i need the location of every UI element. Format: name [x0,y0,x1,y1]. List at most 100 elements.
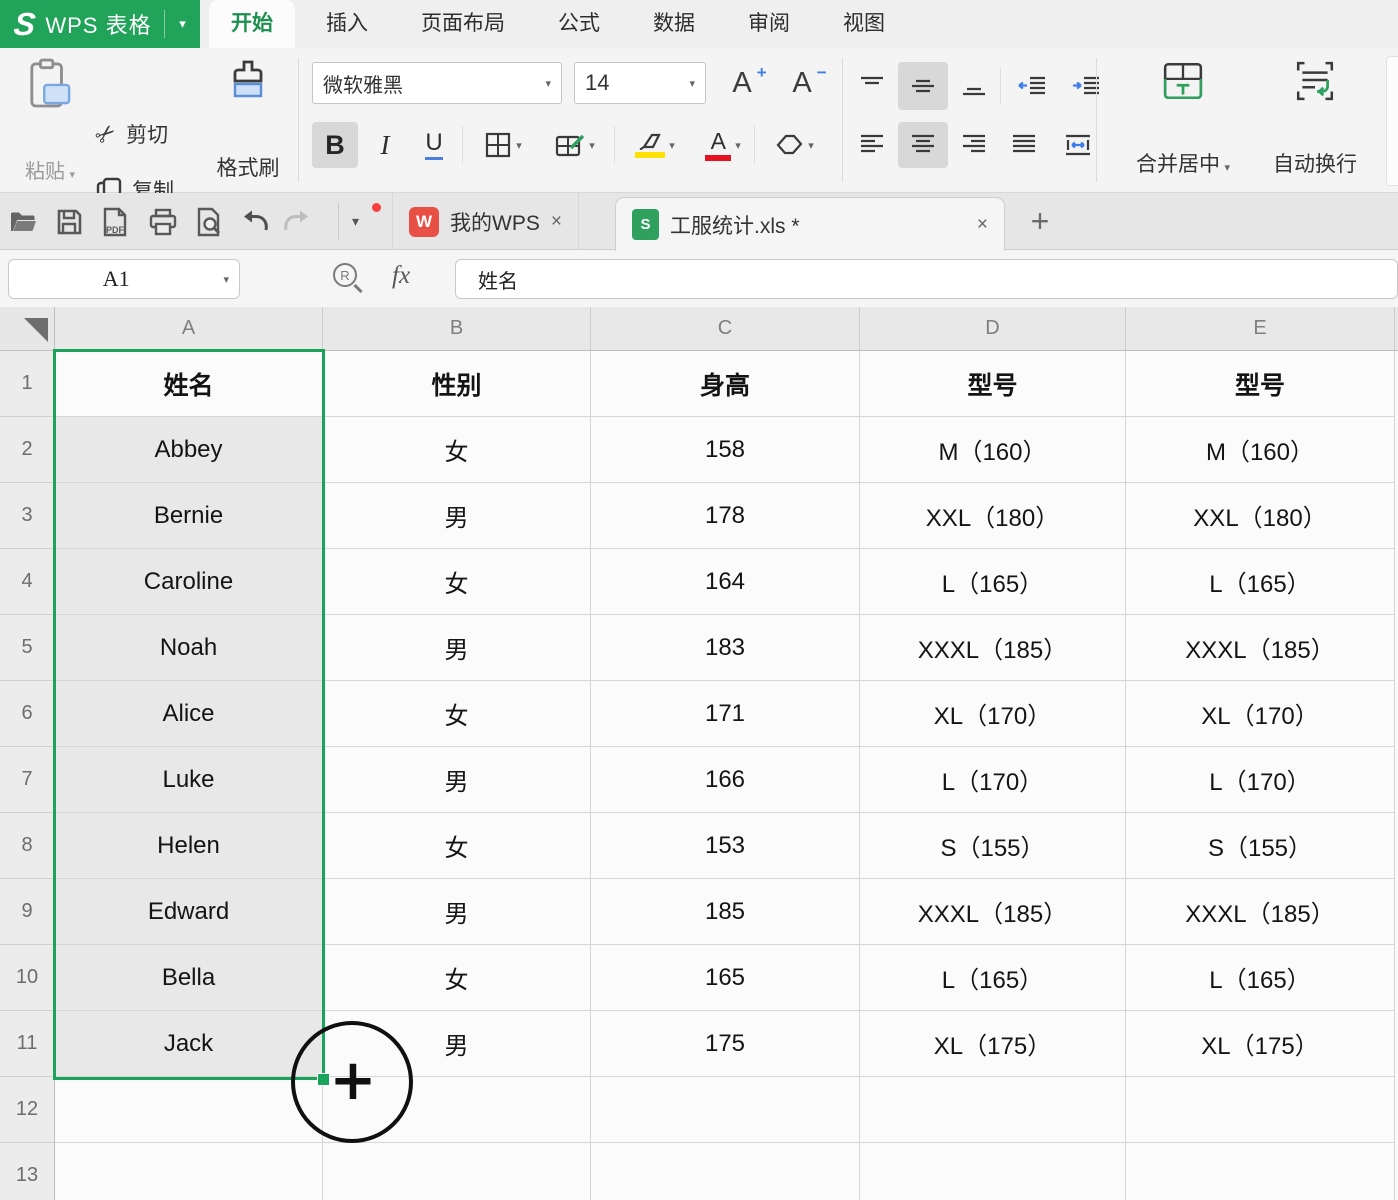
cell-E13[interactable] [1126,1143,1395,1200]
cell-E10[interactable]: L（165） [1126,945,1395,1011]
merge-center-chevron-down-icon[interactable]: ▾ [1224,162,1230,174]
tab-data[interactable]: 数据 [631,0,717,48]
cell-C2[interactable]: 158 [591,417,860,483]
align-center-button[interactable] [898,122,948,168]
row-header-11[interactable]: 11 [0,1011,55,1077]
cell-A9[interactable]: Edward [55,879,323,945]
close-icon[interactable]: × [977,214,988,236]
highlight-chevron-down-icon[interactable]: ▾ [669,139,675,152]
cell-B7[interactable]: 男 [323,747,591,813]
name-box[interactable]: A1 ▾ [8,259,240,299]
cell-E11[interactable]: XL（175） [1126,1011,1395,1077]
print-button[interactable] [148,207,178,237]
cell-B13[interactable] [323,1143,591,1200]
cell-C10[interactable]: 165 [591,945,860,1011]
decrease-font-button[interactable]: A− [782,60,836,106]
cell-D9[interactable]: XXXL（185） [860,879,1126,945]
highlight-color-button[interactable]: ▾ [622,122,688,168]
row-header-2[interactable]: 2 [0,417,55,483]
paste-button[interactable]: 粘贴 ▾ [10,56,90,184]
formula-input[interactable]: 姓名 [455,259,1398,299]
tab-home[interactable]: 开始 [209,0,295,48]
cell-D4[interactable]: L（165） [860,549,1126,615]
row-header-3[interactable]: 3 [0,483,55,549]
decrease-indent-button[interactable] [1006,64,1058,108]
find-button[interactable]: R [333,263,363,293]
row-header-5[interactable]: 5 [0,615,55,681]
cell-C9[interactable]: 185 [591,879,860,945]
insert-function-button[interactable]: fx [392,262,410,290]
tab-page-layout[interactable]: 页面布局 [399,0,527,48]
increase-font-button[interactable]: A+ [722,60,776,106]
font-size-chevron-down-icon[interactable]: ▾ [689,77,695,90]
cell-B10[interactable]: 女 [323,945,591,1011]
borders-chevron-down-icon[interactable]: ▾ [516,139,522,152]
cell-A11[interactable]: Jack [55,1011,323,1077]
cell-D8[interactable]: S（155） [860,813,1126,879]
row-header-9[interactable]: 9 [0,879,55,945]
undo-button[interactable] [240,207,270,237]
bold-button[interactable]: B [312,122,358,168]
cell-C7[interactable]: 166 [591,747,860,813]
cell-D11[interactable]: XL（175） [860,1011,1126,1077]
cell-B4[interactable]: 女 [323,549,591,615]
cell-C12[interactable] [591,1077,860,1143]
cell-A2[interactable]: Abbey [55,417,323,483]
cell-D2[interactable]: M（160） [860,417,1126,483]
cell-E6[interactable]: XL（170） [1126,681,1395,747]
tab-formulas[interactable]: 公式 [536,0,622,48]
cell-C13[interactable] [591,1143,860,1200]
cell-E9[interactable]: XXXL（185） [1126,879,1395,945]
clear-format-chevron-down-icon[interactable]: ▾ [808,139,814,152]
font-name-select[interactable]: 微软雅黑 ▾ [312,62,562,104]
cell-D6[interactable]: XL（170） [860,681,1126,747]
cell-E8[interactable]: S（155） [1126,813,1395,879]
app-menu-chevron-down-icon[interactable]: ▾ [164,10,200,38]
font-size-select[interactable]: 14 ▾ [574,62,706,104]
cell-A10[interactable]: Bella [55,945,323,1011]
row-header-6[interactable]: 6 [0,681,55,747]
cell-A7[interactable]: Luke [55,747,323,813]
cell-A13[interactable] [55,1143,323,1200]
cell-D10[interactable]: L（165） [860,945,1126,1011]
tab-review[interactable]: 审阅 [726,0,812,48]
draw-border-chevron-down-icon[interactable]: ▾ [589,139,595,152]
column-header-C[interactable]: C [591,307,860,351]
cell-E7[interactable]: L（170） [1126,747,1395,813]
justify-button[interactable] [1000,122,1048,168]
cell-E5[interactable]: XXXL（185） [1126,615,1395,681]
tab-insert[interactable]: 插入 [304,0,390,48]
column-header-E[interactable]: E [1126,307,1395,351]
cell-A5[interactable]: Noah [55,615,323,681]
open-file-button[interactable] [8,207,38,237]
wrap-text-button[interactable]: 自动换行 [1252,60,1378,178]
cell-A3[interactable]: Bernie [55,483,323,549]
font-color-chevron-down-icon[interactable]: ▾ [735,139,741,152]
cell-B2[interactable]: 女 [323,417,591,483]
cell-A1[interactable]: 姓名 [55,351,323,417]
customize-toolbar-chevron-down-icon[interactable]: ▾ [352,213,359,230]
save-button[interactable] [54,207,84,237]
cell-B1[interactable]: 性别 [323,351,591,417]
export-pdf-button[interactable]: PDF [100,207,130,237]
cell-D7[interactable]: L（170） [860,747,1126,813]
valign-middle-button[interactable] [898,62,948,110]
align-right-button[interactable] [952,122,996,168]
cell-B3[interactable]: 男 [323,483,591,549]
row-header-1[interactable]: 1 [0,351,55,417]
print-preview-button[interactable] [194,207,224,237]
cell-B5[interactable]: 男 [323,615,591,681]
select-all-button[interactable] [0,307,55,351]
row-header-7[interactable]: 7 [0,747,55,813]
cell-C6[interactable]: 171 [591,681,860,747]
column-header-A[interactable]: A [55,307,323,351]
cell-A4[interactable]: Caroline [55,549,323,615]
column-header-B[interactable]: B [323,307,591,351]
cell-C11[interactable]: 175 [591,1011,860,1077]
increase-indent-button[interactable] [1060,64,1112,108]
valign-top-button[interactable] [850,64,894,108]
cell-C1[interactable]: 身高 [591,351,860,417]
row-header-10[interactable]: 10 [0,945,55,1011]
cell-D1[interactable]: 型号 [860,351,1126,417]
cell-C8[interactable]: 153 [591,813,860,879]
